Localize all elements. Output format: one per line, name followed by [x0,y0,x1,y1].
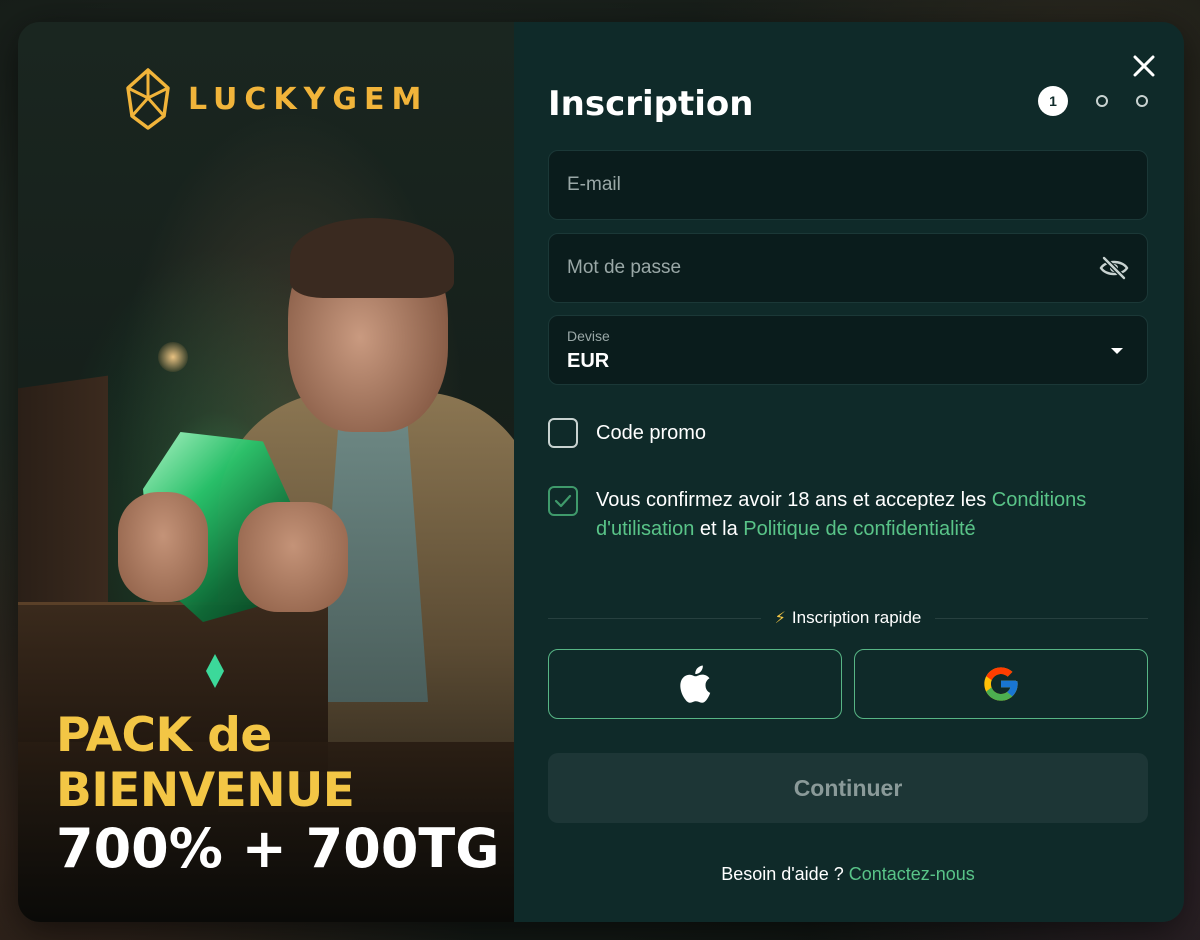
help-text: Besoin d'aide ? [721,864,849,884]
gem-logo-icon [126,68,170,130]
lamp-glow [158,342,188,372]
apple-signin-button[interactable] [548,649,842,719]
terms-text-before: Vous confirmez avoir 18 ans et acceptez … [596,489,992,511]
currency-label: Devise [567,327,610,344]
promo-code-row[interactable]: Code promo [548,418,706,448]
signup-modal: LUCKYGEM PACK de BIENVENUE 700% + 700TG … [18,22,1184,922]
help-row: Besoin d'aide ? Contactez-nous [548,864,1148,885]
quick-signup-label: ⚡ Inscription rapide [775,608,922,628]
lightning-icon: ⚡ [774,610,786,627]
continue-button[interactable]: Continuer [548,753,1148,823]
chest-lid [18,375,108,619]
promo-code-checkbox[interactable] [548,418,578,448]
offer-line-1: PACK de [56,708,272,763]
google-icon [984,667,1018,701]
chevron-down-icon [1111,348,1123,354]
signup-form: Inscription 1 Devise EUR Code prom [514,22,1184,922]
divider-line-left [548,617,761,619]
close-button[interactable] [1126,48,1162,84]
brand-name: LUCKYGEM [188,81,429,117]
left-hand [118,492,208,602]
offer-line-2: BIENVENUE [56,763,355,818]
right-hand [238,502,348,612]
brand-logo: LUCKYGEM [124,68,428,130]
email-input[interactable] [567,174,1129,196]
form-title: Inscription [548,84,754,124]
password-field-wrapper [548,233,1148,303]
divider-line-right [935,617,1149,619]
privacy-link[interactable]: Politique de confidentialité [743,518,975,540]
close-icon [1133,55,1155,77]
terms-checkbox[interactable] [548,486,578,516]
promo-code-label: Code promo [596,421,707,444]
welcome-offer: PACK de BIENVENUE 700% + 700TG [56,712,500,876]
apple-icon [680,665,711,703]
google-signin-button[interactable] [854,649,1148,719]
currency-select[interactable]: Devise EUR [548,315,1148,385]
terms-row: Vous confirmez avoir 18 ans et acceptez … [548,486,1158,544]
contact-link[interactable]: Contactez-nous [849,864,975,884]
quick-signup-divider: ⚡ Inscription rapide [548,608,1149,628]
terms-text-middle: et la [694,518,744,540]
offer-amount: 700% + 700TG [56,817,500,880]
password-input[interactable] [567,257,1099,279]
step-1-active: 1 [1038,86,1068,116]
quick-signup-text: Inscription rapide [791,608,922,627]
man-hair [290,218,454,298]
currency-value: EUR [567,349,610,372]
step-3-dot [1136,95,1148,107]
step-indicator: 1 [1038,86,1148,116]
email-field-wrapper [548,150,1148,220]
checkmark-icon [554,494,572,508]
promo-banner: LUCKYGEM PACK de BIENVENUE 700% + 700TG [18,22,514,922]
terms-text: Vous confirmez avoir 18 ans et acceptez … [596,486,1158,544]
step-2-dot [1096,95,1108,107]
eye-slash-icon[interactable] [1099,256,1129,280]
